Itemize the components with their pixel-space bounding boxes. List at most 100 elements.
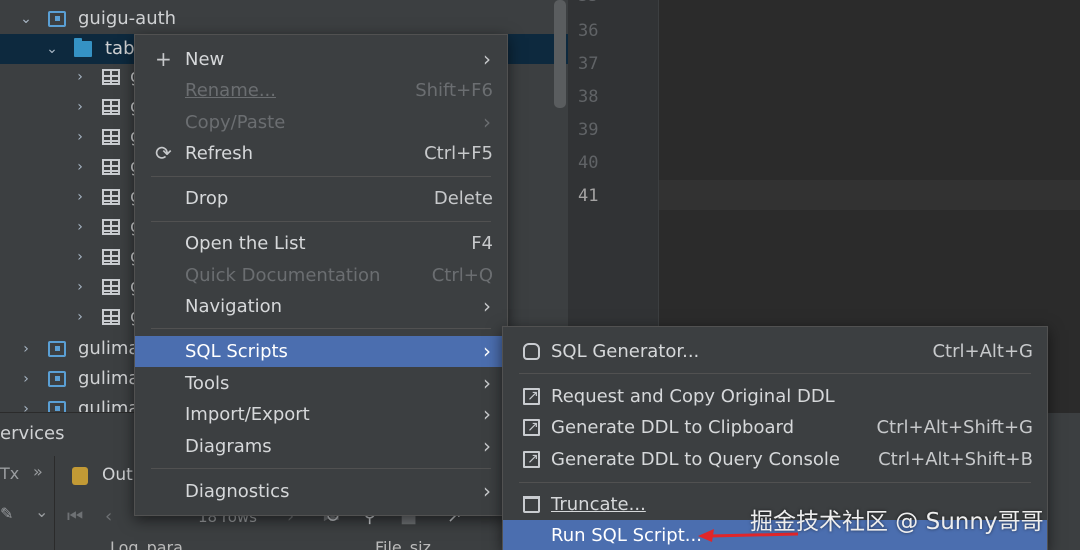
- menu-separator: [519, 482, 1031, 483]
- table-icon: [102, 219, 120, 235]
- tree-scrollbar[interactable]: [554, 0, 566, 108]
- schema-icon: [48, 11, 66, 27]
- submenu-item-ddl-console[interactable]: Generate DDL to Query Console Ctrl+Alt+S…: [503, 444, 1047, 475]
- edit-icon[interactable]: ✎: [0, 504, 13, 523]
- table-icon: [102, 189, 120, 205]
- table-icon: [102, 99, 120, 115]
- menu-item-new[interactable]: + New ›: [135, 44, 507, 75]
- context-menu: + New › Rename... Shift+F6 Copy/Paste › …: [134, 34, 508, 516]
- table-icon: [102, 309, 120, 325]
- tree-label: gulima: [78, 368, 140, 389]
- chevron-right-icon[interactable]: ›: [72, 272, 88, 302]
- menu-item-label: Refresh: [185, 143, 253, 164]
- schema-icon: [48, 341, 66, 357]
- tree-row-guigu-auth[interactable]: ⌄ guigu-auth: [0, 4, 568, 34]
- table-icon: [102, 249, 120, 265]
- chevron-right-icon[interactable]: ›: [72, 212, 88, 242]
- menu-item-sql-scripts[interactable]: SQL Scripts ›: [135, 336, 507, 367]
- chevron-down-icon[interactable]: ⌄: [35, 502, 48, 521]
- current-line-highlight: [659, 180, 1080, 210]
- schema-icon: [48, 371, 66, 387]
- chevron-right-icon: ›: [483, 402, 491, 426]
- previous-page-icon[interactable]: ‹: [105, 506, 112, 527]
- menu-item-rename[interactable]: Rename... Shift+F6: [135, 75, 507, 106]
- services-title: ervices: [0, 423, 65, 444]
- menu-item-diagrams[interactable]: Diagrams ›: [135, 431, 507, 462]
- line-number: 38: [578, 87, 599, 107]
- menu-item-navigation[interactable]: Navigation ›: [135, 291, 507, 322]
- menu-item-copy-paste[interactable]: Copy/Paste ›: [135, 107, 507, 138]
- submenu-item-label: Request and Copy Original DDL: [551, 386, 835, 407]
- table-icon: [102, 129, 120, 145]
- chevron-right-icon[interactable]: ›: [18, 394, 34, 412]
- chevron-right-icon[interactable]: ›: [72, 62, 88, 92]
- transaction-label[interactable]: Tx: [0, 464, 19, 483]
- submenu-item-shortcut: Ctrl+Alt+Shift+B: [878, 449, 1033, 470]
- chevron-right-icon[interactable]: ›: [72, 92, 88, 122]
- plus-icon: +: [155, 47, 172, 71]
- column-header[interactable]: Log_para: [110, 538, 183, 550]
- column-header[interactable]: File_siz: [375, 538, 431, 550]
- schema-icon: [48, 401, 66, 412]
- output-icon: [72, 467, 88, 485]
- menu-item-label: Copy/Paste: [185, 112, 286, 133]
- chevron-down-icon[interactable]: ⌄: [44, 34, 60, 64]
- submenu-item-ddl-clipboard[interactable]: Generate DDL to Clipboard Ctrl+Alt+Shift…: [503, 412, 1047, 443]
- menu-item-quick-documentation[interactable]: Quick Documentation Ctrl+Q: [135, 260, 507, 291]
- line-number: 39: [578, 120, 599, 140]
- jump-to-source-icon: [523, 412, 540, 443]
- double-chevron-right-icon[interactable]: »: [33, 462, 43, 481]
- menu-separator: [519, 373, 1031, 374]
- chevron-right-icon[interactable]: ›: [18, 364, 34, 394]
- menu-item-shortcut: Shift+F6: [415, 80, 493, 101]
- menu-item-label: Navigation: [185, 296, 283, 317]
- chevron-right-icon: ›: [483, 339, 491, 363]
- line-number: 36: [578, 21, 599, 41]
- chevron-right-icon[interactable]: ›: [72, 182, 88, 212]
- menu-item-label: Drop: [185, 188, 229, 209]
- chevron-right-icon[interactable]: ›: [72, 152, 88, 182]
- submenu-item-request-copy-ddl[interactable]: Request and Copy Original DDL: [503, 381, 1047, 412]
- menu-item-open-the-list[interactable]: Open the List F4: [135, 228, 507, 259]
- chevron-right-icon[interactable]: ›: [72, 242, 88, 272]
- menu-item-shortcut: Ctrl+Q: [431, 265, 493, 286]
- line-number: 37: [578, 54, 599, 74]
- chevron-right-icon[interactable]: ›: [72, 302, 88, 332]
- menu-item-label: SQL Scripts: [185, 341, 288, 362]
- chevron-right-icon: ›: [483, 294, 491, 318]
- jump-to-source-icon: [523, 444, 540, 475]
- chevron-down-icon[interactable]: ⌄: [18, 4, 34, 34]
- folder-icon: [74, 38, 92, 57]
- line-number-current: 41: [578, 186, 599, 206]
- tree-label: tab: [105, 38, 135, 59]
- menu-item-tools[interactable]: Tools ›: [135, 368, 507, 399]
- menu-item-shortcut: Ctrl+F5: [424, 143, 493, 164]
- submenu-item-shortcut: Ctrl+Alt+G: [932, 341, 1033, 362]
- menu-separator: [151, 468, 491, 469]
- submenu-item-label: Generate DDL to Clipboard: [551, 417, 795, 438]
- table-icon: [102, 279, 120, 295]
- submenu-item-label: Truncate...: [551, 494, 646, 515]
- tree-label: gulima: [78, 398, 140, 412]
- tree-label: gulima: [78, 338, 140, 359]
- menu-item-refresh[interactable]: ⟳ Refresh Ctrl+F5: [135, 138, 507, 169]
- menu-item-drop[interactable]: Drop Delete: [135, 183, 507, 214]
- menu-item-label: Open the List: [185, 233, 306, 254]
- menu-separator: [151, 328, 491, 329]
- chevron-right-icon[interactable]: ›: [72, 122, 88, 152]
- submenu-item-sql-generator[interactable]: SQL Generator... Ctrl+Alt+G: [503, 336, 1047, 367]
- menu-item-label: New: [185, 49, 225, 70]
- chevron-right-icon[interactable]: ›: [18, 334, 34, 364]
- watermark: 掘金技术社区 @ Sunny哥哥: [750, 509, 1044, 535]
- submenu-item-label: SQL Generator...: [551, 341, 700, 362]
- line-number: 40: [578, 153, 599, 173]
- menu-item-shortcut: Delete: [433, 188, 493, 209]
- menu-item-label: Tools: [185, 373, 230, 394]
- menu-item-diagnostics[interactable]: Diagnostics ›: [135, 476, 507, 507]
- menu-item-import-export[interactable]: Import/Export ›: [135, 399, 507, 430]
- table-icon: [102, 159, 120, 175]
- database-icon: [523, 343, 540, 360]
- first-page-icon[interactable]: ⏮: [67, 506, 83, 527]
- submenu-item-label: Run SQL Script...: [551, 525, 702, 546]
- menu-item-label: Diagrams: [185, 436, 272, 457]
